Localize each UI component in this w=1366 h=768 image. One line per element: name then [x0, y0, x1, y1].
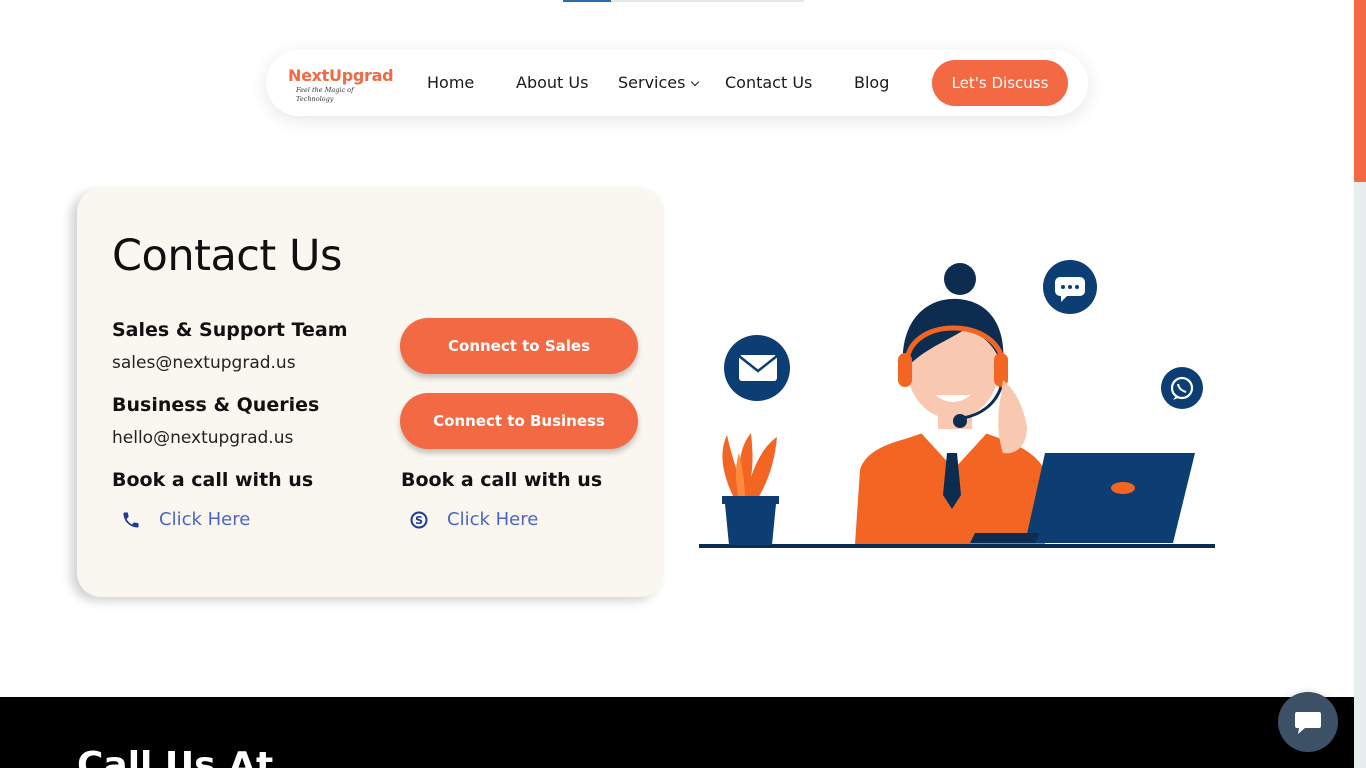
top-progress-fill: [563, 0, 611, 2]
connect-to-sales-button[interactable]: Connect to Sales: [400, 318, 638, 374]
nav-item-blog[interactable]: Blog: [854, 72, 889, 94]
book-call-phone-link[interactable]: Click Here: [121, 509, 250, 530]
plant-icon: [722, 433, 779, 545]
business-email[interactable]: hello@nextupgrad.us: [112, 427, 293, 449]
mail-icon: [724, 335, 790, 401]
footer-heading: Call Us At: [77, 745, 274, 768]
footer-section: Call Us At: [0, 697, 1354, 768]
top-progress-line: [563, 0, 804, 2]
scrollbar[interactable]: [1354, 0, 1366, 768]
page-title: Contact Us: [112, 231, 342, 281]
whatsapp-icon: [1161, 367, 1203, 409]
book-call-skype-link-text: Click Here: [447, 509, 539, 530]
nav-item-services[interactable]: Services: [618, 72, 700, 94]
nav-item-contact[interactable]: Contact Us: [725, 72, 812, 94]
book-call-phone-label: Book a call with us: [112, 469, 314, 491]
nav-item-about[interactable]: About Us: [516, 72, 588, 94]
logo[interactable]: NextUpgrad Feel the Magic of Technology: [288, 66, 394, 103]
contact-card: Contact Us Sales & Support Team sales@ne…: [77, 188, 664, 597]
chevron-down-icon: [691, 77, 700, 87]
lets-discuss-button[interactable]: Let's Discuss: [932, 60, 1068, 106]
logo-tagline: Feel the Magic of Technology: [296, 86, 354, 103]
book-call-skype-link[interactable]: S Click Here: [409, 509, 538, 530]
chat-widget-button[interactable]: [1278, 692, 1338, 752]
chat-bubble-icon: [1043, 260, 1097, 314]
phone-icon: [123, 512, 139, 527]
chat-icon: [1295, 712, 1321, 734]
skype-icon: S: [410, 511, 428, 528]
connect-to-business-button[interactable]: Connect to Business: [400, 393, 638, 449]
nav-item-home[interactable]: Home: [427, 72, 474, 94]
support-agent-illustration: [695, 255, 1220, 555]
scrollbar-thumb[interactable]: [1354, 0, 1366, 182]
main-nav: NextUpgrad Feel the Magic of Technology …: [266, 50, 1088, 116]
sales-label: Sales & Support Team: [112, 319, 348, 341]
nav-item-services-label: Services: [618, 73, 686, 92]
logo-brand: NextUpgrad: [288, 66, 394, 85]
business-label: Business & Queries: [112, 394, 320, 416]
book-call-skype-label: Book a call with us: [401, 469, 603, 491]
book-call-phone-link-text: Click Here: [159, 509, 251, 530]
sales-email[interactable]: sales@nextupgrad.us: [112, 352, 296, 374]
agent-figure: [855, 263, 1047, 544]
svg-text:S: S: [415, 513, 423, 526]
